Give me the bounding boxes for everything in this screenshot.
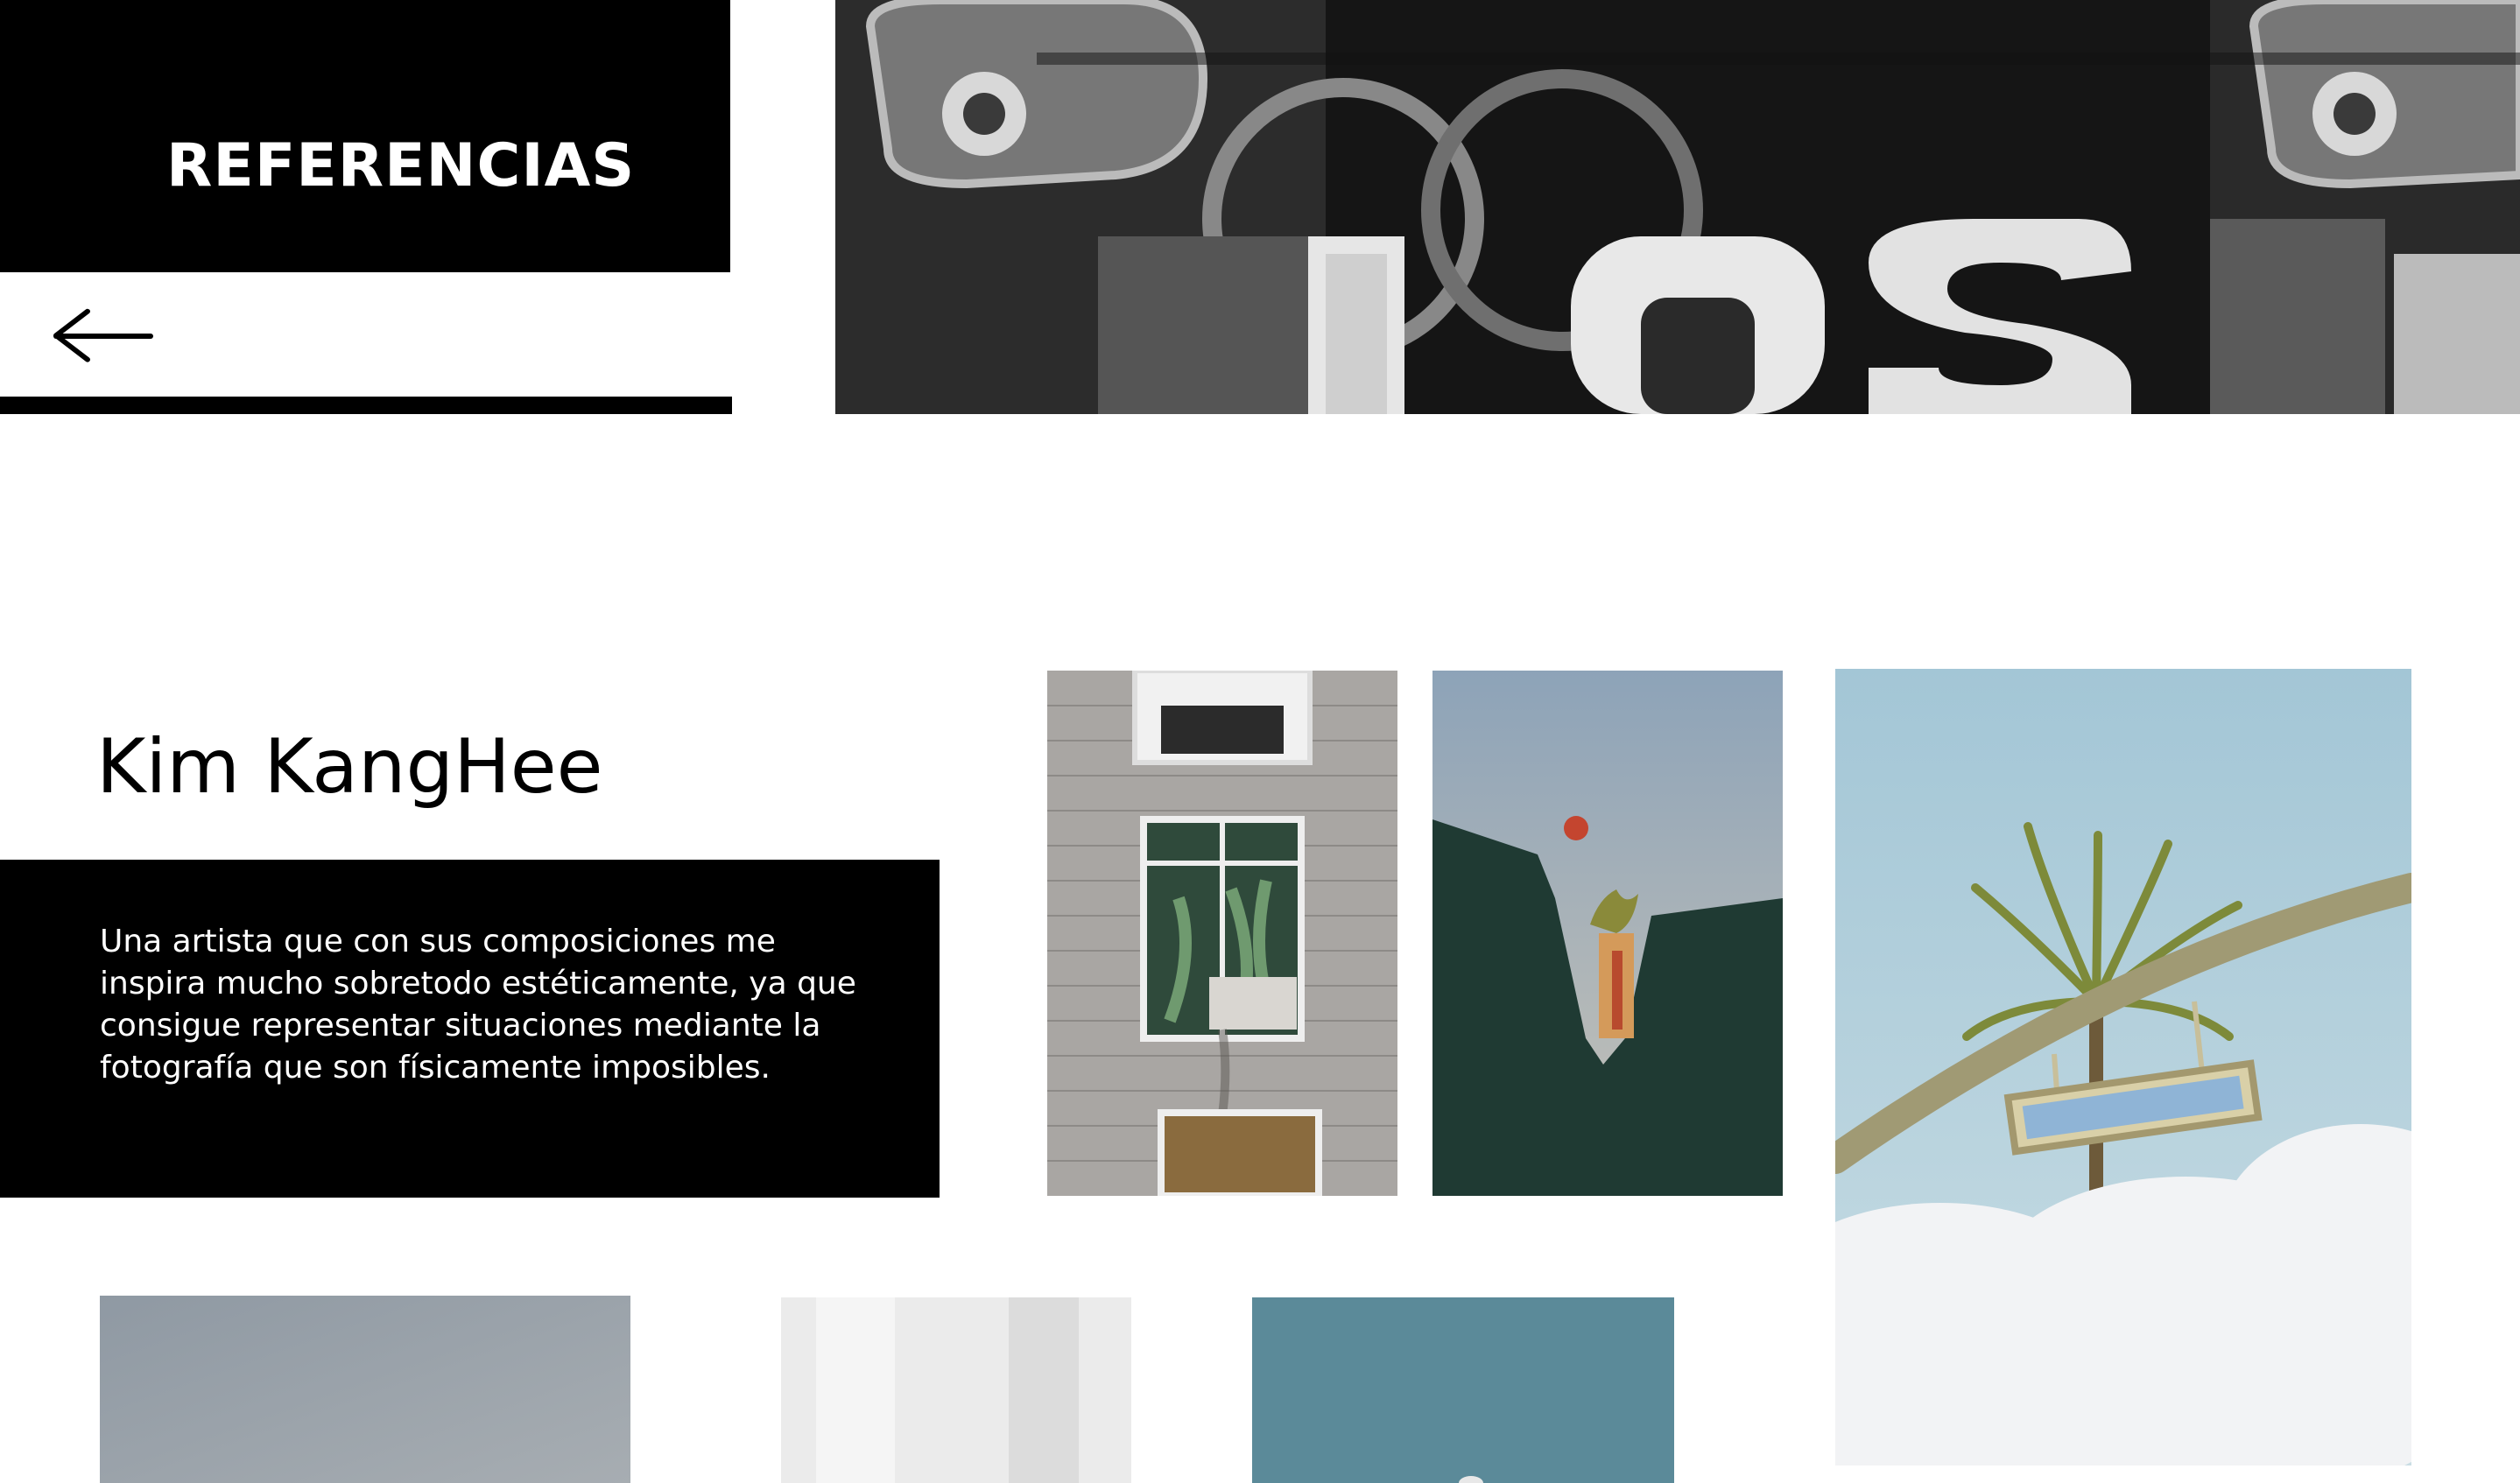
arrow-left-icon <box>53 308 153 362</box>
title-block: REFERENCIAS <box>0 0 730 272</box>
photo-grey-sky <box>100 1296 630 1483</box>
photo-building-window <box>1047 671 1397 1196</box>
back-button[interactable] <box>51 306 156 367</box>
photo-teal-sky <box>1252 1297 1674 1483</box>
photo-palm-sign <box>1835 669 2411 1465</box>
back-area <box>0 272 730 397</box>
page-title: REFERENCIAS <box>166 131 636 200</box>
header-divider <box>0 397 732 414</box>
banner-image <box>835 0 2520 414</box>
artist-description: Una artista que con sus composiciones me… <box>100 924 856 1086</box>
artist-name: Kim KangHee <box>96 723 603 811</box>
description-block: Una artista que con sus composiciones me… <box>0 860 940 1198</box>
photo-white-room <box>781 1297 1131 1483</box>
photo-green-wall <box>1432 671 1783 1196</box>
